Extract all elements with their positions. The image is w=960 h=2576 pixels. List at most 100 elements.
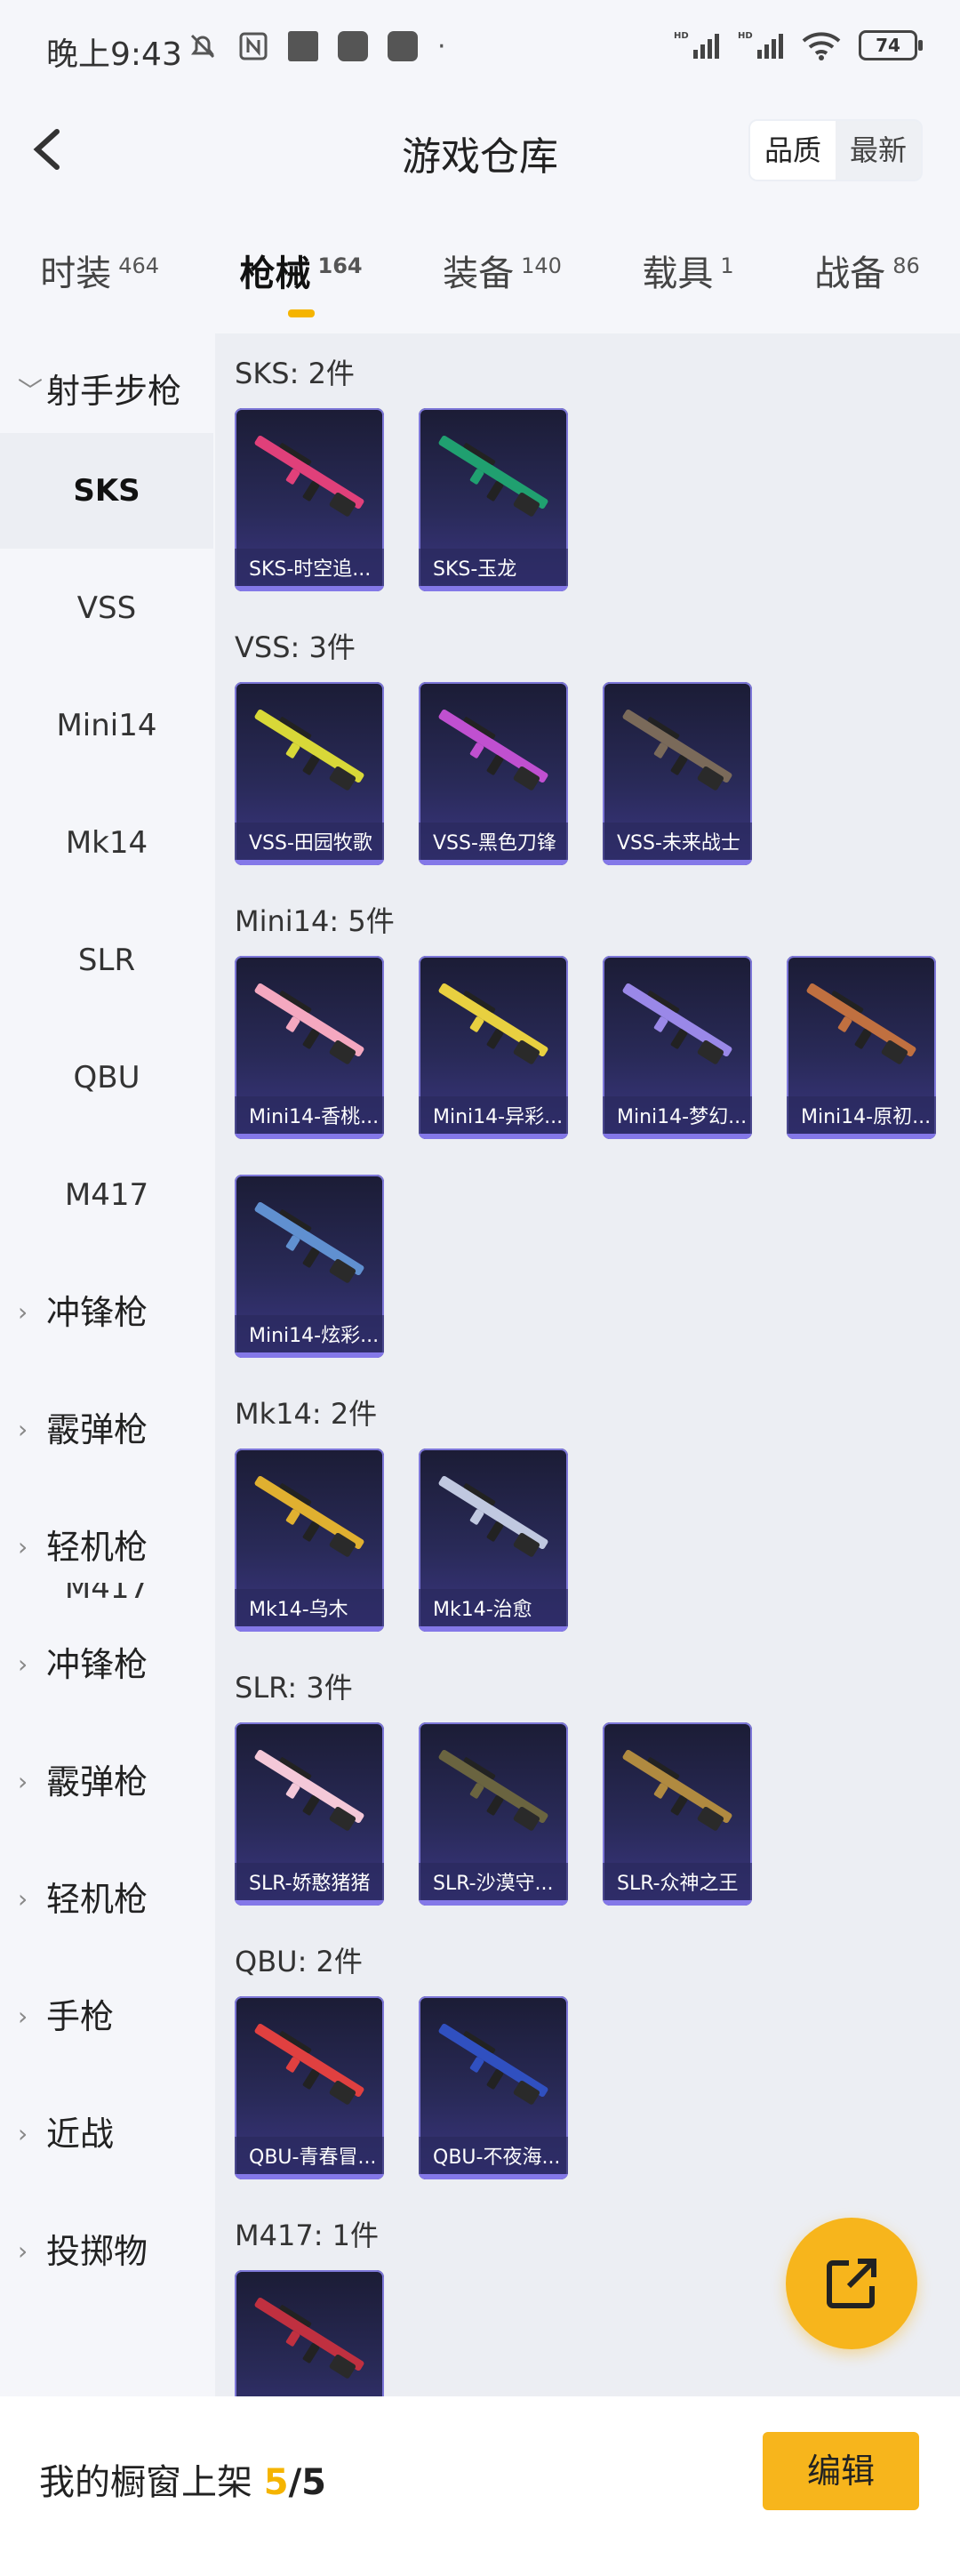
sidebar-item-m417[interactable]: M417 [0,1137,213,1253]
showcase-total: 5 [301,2462,327,2503]
weapon-card[interactable]: VSS-未来战士 [603,682,752,865]
weapon-card[interactable]: Mini14-梦幻... [603,956,752,1139]
rifle-icon [438,435,548,517]
tab-battle-prep[interactable]: 战备 86 [814,236,920,333]
weapon-card[interactable]: SKS-玉龙 [419,408,568,591]
sidebar-group-smg[interactable]: › 冲锋枪 [18,1255,148,1370]
share-icon [827,2259,876,2308]
rarity-bar [419,586,568,591]
weapon-name: VSS-田园牧歌 [235,823,384,865]
tab-guns[interactable]: 枪械 164 [240,236,363,333]
weapon-name: SKS-玉龙 [419,549,568,591]
rifle-icon [254,1475,364,1557]
tab-count: 164 [317,253,363,278]
weapon-card[interactable]: SKS-时空追... [235,408,384,591]
weapon-card[interactable]: Mini14-异彩... [419,956,568,1139]
rarity-bar [235,1352,384,1358]
svg-text:HD: HD [674,31,689,41]
edit-button[interactable]: 编辑 [763,2432,919,2510]
sidebar-group-marksman[interactable]: ﹀ 射手步枪 [18,333,181,449]
svg-text:HD: HD [738,31,753,41]
weapon-card[interactable]: QBU-不夜海... [419,1996,568,2179]
chevron-right-icon: › [18,2119,28,2148]
header: 游戏仓库 品质 最新 [0,107,960,196]
sidebar-item-mini14[interactable]: Mini14 [0,668,213,783]
sidebar-group-label: 冲锋枪 [46,1293,148,1332]
weapon-name: VSS-未来战士 [603,823,752,865]
weapon-card[interactable]: VSS-黑色刀锋 [419,682,568,865]
weapon-card[interactable]: Mini14-原初... [787,956,936,1139]
tab-label: 枪械 [239,253,311,294]
weapon-name: Mini14-炫彩... [235,1315,384,1358]
sidebar-item-qbu[interactable]: QBU [0,1020,213,1136]
weapon-name: Mini14-原初... [787,1096,936,1139]
rifle-icon [254,2297,364,2379]
rifle-icon [438,1749,548,1831]
sidebar: ﹀ 射手步枪 SKS VSS Mini14 Mk14 SLR QBU M417 ›… [0,333,213,2396]
sidebar-group-lmg[interactable]: › 轻机枪 [18,1842,148,1957]
weapon-name: QBU-青春冒... [235,2137,384,2179]
weapon-card[interactable]: Mini14-炫彩... [235,1175,384,1358]
status-time: 晚上9:43 [46,36,182,73]
chevron-right-icon: › [18,1767,28,1796]
tab-count: 86 [892,253,920,278]
sort-option-latest[interactable]: 最新 [836,121,921,180]
rifle-icon [254,2023,364,2105]
section-title: QBU: 2件 [235,1945,363,1978]
tab-costume[interactable]: 时装 464 [40,236,159,333]
rifle-icon [254,1201,364,1283]
sidebar-group-label: 霰弹枪 [46,1410,148,1449]
showcase-label: 我的橱窗上架 [39,2462,252,2503]
sidebar-item-slr[interactable]: SLR [0,903,213,1018]
showcase-status: 我的橱窗上架 5/5 [39,2453,326,2505]
rarity-bar [419,1900,568,1906]
category-tabs: 时装 464 枪械 164 装备 140 载具 1 战备 86 [0,236,960,333]
tab-vehicles[interactable]: 载具 1 [642,236,733,333]
tab-equipment[interactable]: 装备 140 [443,236,562,333]
rifle-icon [438,709,548,790]
weapon-card[interactable]: SLR-沙漠守... [419,1722,568,1906]
weapon-card[interactable]: SLR-众神之王 [603,1722,752,1906]
rifle-icon [254,983,364,1064]
showcase-count: 5/5 [264,2462,326,2503]
rarity-bar [235,860,384,865]
tab-label: 装备 [443,253,515,294]
chevron-right-icon: › [18,2236,28,2266]
app-notification-icon [288,31,318,61]
sidebar-item-mk14[interactable]: Mk14 [0,785,213,901]
weapon-name: QBU-不夜海... [419,2137,568,2179]
status-bar: 晚上9:43 · HD HD 74 [0,0,960,98]
rarity-bar [419,1134,568,1139]
rarity-bar [787,1134,936,1139]
chevron-right-icon: › [18,1649,28,1679]
sidebar-group-label: 投掷物 [46,2232,148,2271]
bottom-bar: 我的橱窗上架 5/5 编辑 [0,2396,960,2576]
rifle-icon [438,1475,548,1557]
weapon-card[interactable]: VSS-田园牧歌 [235,682,384,865]
wifi-icon [802,32,841,60]
nfc-icon [239,32,268,60]
weapon-card[interactable]: Mk14-乌木金... [235,1448,384,1632]
weapon-name: Mini14-异彩... [419,1096,568,1139]
sidebar-group-smg[interactable]: › 冲锋枪 [18,1607,148,1722]
weapon-card[interactable]: Mini14-香桃... [235,956,384,1139]
section-title: SKS: 2件 [235,357,355,390]
sidebar-group-shotgun[interactable]: › 霰弹枪 [18,1724,148,1840]
sidebar-group-melee[interactable]: › 近战 [18,2076,114,2192]
sidebar-item-sks[interactable]: SKS [0,433,213,549]
sidebar-item-vss[interactable]: VSS [0,550,213,666]
showcase-separator: / [288,2462,302,2503]
chevron-right-icon: › [18,1884,28,1914]
weapon-card[interactable]: QBU-青春冒... [235,1996,384,2179]
share-button[interactable] [786,2218,917,2349]
weapon-card[interactable]: SLR-娇憨猪猪 [235,1722,384,1906]
sidebar-group-throwable[interactable]: › 投掷物 [18,2194,148,2309]
signal-icon: HD [738,31,783,59]
chevron-right-icon: › [18,1297,28,1327]
weapon-card[interactable]: Mk14-治愈之... [419,1448,568,1632]
sidebar-group-label: 手枪 [46,1997,115,2036]
sidebar-group-pistol[interactable]: › 手枪 [18,1959,114,2074]
sidebar-group-shotgun[interactable]: › 霰弹枪 [18,1372,148,1488]
sort-option-quality[interactable]: 品质 [749,121,836,180]
weapon-name: SLR-娇憨猪猪 [235,1863,384,1906]
